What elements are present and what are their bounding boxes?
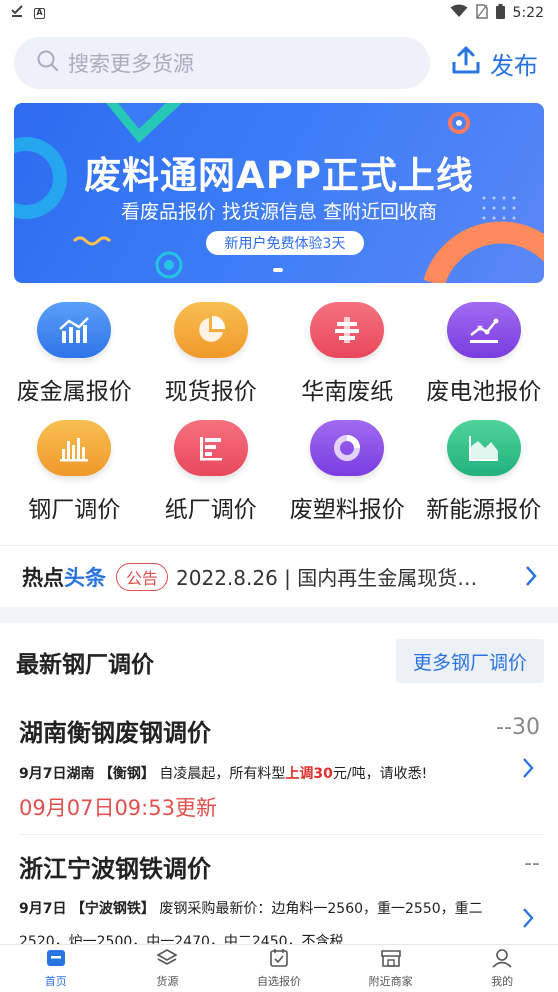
calendar-check-icon bbox=[268, 948, 290, 971]
category-label: 废塑料报价 bbox=[289, 497, 405, 523]
category-label: 新能源报价 bbox=[426, 497, 542, 523]
search-input[interactable]: 搜索更多货源 bbox=[14, 37, 430, 89]
search-icon bbox=[36, 49, 60, 77]
category-battery[interactable]: 废电池报价 bbox=[416, 302, 553, 406]
update-time: 09月07日09:53更新 bbox=[19, 796, 217, 820]
banner-title: 废料通网APP正式上线 bbox=[84, 154, 474, 197]
chevron-right-icon[interactable] bbox=[522, 757, 534, 783]
download-check-icon bbox=[10, 4, 24, 22]
nav-label: 我的 bbox=[491, 975, 514, 988]
price-change: --30 bbox=[496, 715, 540, 740]
search-placeholder: 搜索更多货源 bbox=[68, 52, 194, 76]
bottom-navigation: 首页 货源 自选报价 附近商家 我的 bbox=[0, 944, 558, 992]
item-description: 9月7日湖南 【衡钢】 自凌晨起，所有料型上调30元/吨，请收悉! bbox=[19, 766, 428, 782]
category-grid: 废金属报价 现货报价 华南废纸 废电池报价 钢厂调价 纸厂调价 废塑料报价 新能… bbox=[6, 302, 552, 524]
price-change: -- bbox=[524, 851, 540, 876]
steel-price-section-header: 最新钢厂调价 更多钢厂调价 bbox=[0, 623, 558, 701]
category-label: 废金属报价 bbox=[16, 379, 132, 405]
category-steel-mill-price[interactable]: 钢厂调价 bbox=[6, 420, 143, 524]
chevron-right-icon[interactable] bbox=[522, 907, 534, 933]
nav-label: 自选报价 bbox=[256, 975, 301, 988]
publish-label: 发布 bbox=[490, 51, 538, 80]
category-plastic[interactable]: 废塑料报价 bbox=[279, 420, 416, 524]
category-paper-mill-price[interactable]: 纸厂调价 bbox=[143, 420, 280, 524]
sim-icon bbox=[475, 3, 488, 23]
nav-home[interactable]: 首页 bbox=[0, 945, 112, 992]
category-label: 钢厂调价 bbox=[28, 497, 121, 523]
section-title: 最新钢厂调价 bbox=[16, 652, 154, 678]
item-title: 浙江宁波钢铁调价 bbox=[19, 855, 211, 883]
nav-nearby[interactable]: 附近商家 bbox=[335, 945, 447, 992]
nav-supply[interactable]: 货源 bbox=[112, 945, 224, 992]
wifi-icon bbox=[450, 4, 468, 22]
promo-banner[interactable]: 废料通网APP正式上线 看废品报价 找货源信息 查附近回收商 新用户免费体验3天 bbox=[14, 103, 544, 283]
app-notification-icon: A bbox=[34, 7, 45, 19]
banner-subtitle: 看废品报价 找货源信息 查附近回收商 bbox=[120, 201, 438, 223]
bar-chart-icon bbox=[37, 302, 112, 358]
announcement-tag: 公告 bbox=[116, 562, 169, 591]
category-scrap-metal[interactable]: 废金属报价 bbox=[6, 302, 143, 406]
category-south-china-paper[interactable]: 华南废纸 bbox=[279, 302, 416, 406]
hot-news-text: 2022.8.26 | 国内再生金属现货价格行情汇总 bbox=[176, 566, 478, 590]
category-label: 废电池报价 bbox=[426, 379, 542, 405]
carousel-indicator bbox=[273, 268, 283, 272]
category-new-energy[interactable]: 新能源报价 bbox=[416, 420, 553, 524]
area-chart-icon bbox=[446, 420, 521, 476]
home-icon bbox=[45, 948, 67, 971]
nav-label: 货源 bbox=[156, 975, 179, 988]
nav-label: 首页 bbox=[44, 975, 67, 988]
store-icon bbox=[380, 948, 402, 971]
nav-label: 附近商家 bbox=[368, 975, 413, 988]
item-title: 湖南衡钢废钢调价 bbox=[19, 719, 211, 747]
publish-button[interactable]: 发布 bbox=[450, 44, 538, 82]
user-icon bbox=[491, 948, 513, 971]
donut-chart-icon bbox=[310, 420, 385, 476]
hot-news-heading-part2: 头条 bbox=[64, 565, 106, 590]
hot-news-heading-part1: 热点 bbox=[22, 565, 64, 590]
category-label: 现货报价 bbox=[164, 379, 257, 405]
pie-chart-icon bbox=[173, 302, 248, 358]
paper-stack-icon bbox=[310, 302, 385, 358]
upload-icon bbox=[450, 44, 482, 82]
histogram-icon bbox=[37, 420, 112, 476]
category-label: 纸厂调价 bbox=[164, 497, 257, 523]
category-spot-price[interactable]: 现货报价 bbox=[143, 302, 280, 406]
steel-price-item[interactable]: 湖南衡钢废钢调价 --30 9月7日湖南 【衡钢】 自凌晨起，所有料型上调30元… bbox=[0, 701, 558, 835]
clock-text: 5:22 bbox=[512, 5, 544, 21]
nav-profile[interactable]: 我的 bbox=[446, 945, 558, 992]
item-description: 9月7日 【宁波钢铁】 废钢采购最新价：边角料一2560，重一2550，重二 bbox=[19, 901, 483, 917]
category-label: 华南废纸 bbox=[301, 379, 394, 405]
more-steel-prices-button[interactable]: 更多钢厂调价 bbox=[396, 639, 544, 683]
nav-watchlist[interactable]: 自选报价 bbox=[223, 945, 335, 992]
search-row: 搜索更多货源 发布 bbox=[14, 37, 544, 89]
banner-trial-chip: 新用户免费体验3天 bbox=[206, 231, 364, 255]
steel-price-item[interactable]: 浙江宁波钢铁调价 -- 9月7日 【宁波钢铁】 废钢采购最新价：边角料一2560… bbox=[0, 835, 558, 950]
list-chart-icon bbox=[173, 420, 248, 476]
section-divider bbox=[0, 607, 558, 623]
chevron-right-icon[interactable] bbox=[524, 564, 538, 592]
trend-line-icon bbox=[446, 302, 521, 358]
status-bar: A 5:22 bbox=[0, 0, 558, 26]
hot-news-bar[interactable]: 热点头条 公告 2022.8.26 | 国内再生金属现货价格行情汇总 bbox=[0, 545, 558, 607]
battery-icon bbox=[495, 3, 505, 23]
layers-icon bbox=[156, 948, 179, 971]
